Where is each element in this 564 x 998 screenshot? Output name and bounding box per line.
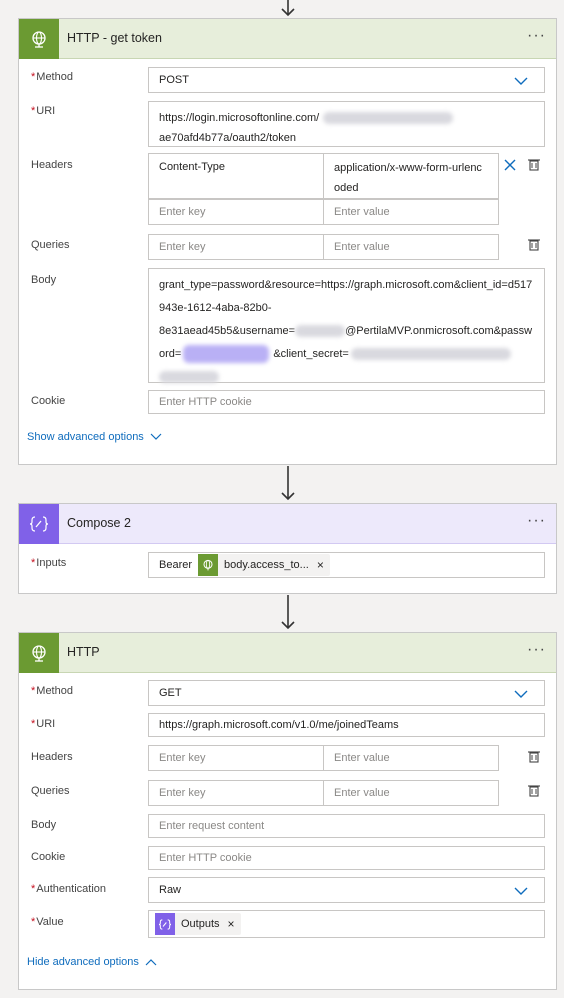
card-header[interactable]: HTTP ··· [19,633,556,673]
uri-field[interactable]: https://login.microsoftonline.com/ ae70a… [148,101,545,147]
query-value-field[interactable]: Enter value [323,234,499,260]
query-key-field[interactable]: Enter key [148,234,324,260]
connector-arrow-icon [281,0,295,17]
card-header[interactable]: HTTP - get token ··· [19,19,556,59]
globe-icon [19,633,59,673]
chevron-down-icon [514,77,528,85]
uri-field[interactable]: https://graph.microsoft.com/v1.0/me/join… [148,713,545,737]
chevron-down-icon [150,433,162,440]
authentication-label: *Authentication [31,883,106,895]
chevron-up-icon [145,959,157,966]
compose-icon [19,504,59,544]
method-label: *Method [31,685,73,697]
redacted-text [323,112,454,125]
cookie-field[interactable]: Enter HTTP cookie [148,390,545,414]
value-label: *Value [31,916,64,928]
cookie-label: Cookie [31,395,66,407]
more-options-icon[interactable]: ··· [527,27,546,45]
more-options-icon[interactable]: ··· [527,512,546,530]
authentication-dropdown[interactable]: Raw [148,877,545,903]
chevron-down-icon [514,690,528,698]
globe-icon [19,19,59,59]
show-advanced-options-link[interactable]: Show advanced options [27,431,162,443]
trash-icon[interactable] [527,783,541,797]
dynamic-content-token[interactable]: Outputs × [155,913,241,935]
body-label: Body [31,274,57,286]
close-icon[interactable] [504,159,516,171]
method-dropdown[interactable]: GET [148,680,545,706]
dynamic-content-token[interactable]: body.access_to... × [198,554,330,576]
queries-label: Queries [31,239,70,251]
chevron-down-icon [514,887,528,895]
redacted-text [295,325,346,338]
header-value-field[interactable]: application/x-www-form-urlenc oded [323,153,499,199]
card-title: Compose 2 [67,516,131,530]
header-value-field[interactable]: Enter value [323,745,499,771]
trash-icon[interactable] [527,237,541,251]
card-header[interactable]: Compose 2 ··· [19,504,556,544]
method-dropdown[interactable]: POST [148,67,545,93]
hide-advanced-options-link[interactable]: Hide advanced options [27,956,157,968]
more-options-icon[interactable]: ··· [527,641,546,659]
connector-arrow-icon [281,595,295,630]
body-field[interactable]: Enter request content [148,814,545,838]
inputs-field[interactable]: Bearer body.access_to... × [148,552,545,578]
headers-label: Headers [31,159,73,171]
http-card: HTTP ··· *Method GET *URI https://graph.… [18,632,557,990]
redacted-text [183,345,270,364]
compose-2-card: Compose 2 ··· *Inputs Bearer body.access… [18,503,557,594]
uri-label: *URI [31,718,56,730]
uri-label: *URI [31,105,56,117]
close-icon[interactable]: × [228,917,235,931]
header-key-field[interactable]: Enter key [148,199,324,225]
value-field[interactable]: Outputs × [148,910,545,938]
http-get-token-card: HTTP - get token ··· *Method POST *URI h… [18,18,557,465]
method-label: *Method [31,71,73,83]
redacted-text [350,348,511,361]
headers-label: Headers [31,751,73,763]
redacted-text [159,371,219,384]
body-label: Body [31,819,57,831]
trash-icon[interactable] [527,749,541,763]
header-key-field[interactable]: Enter key [148,745,324,771]
card-title: HTTP - get token [67,31,162,45]
trash-icon[interactable] [527,157,541,171]
compose-icon [155,913,175,935]
cookie-label: Cookie [31,851,66,863]
body-field[interactable]: grant_type=password&resource=https://gra… [148,268,545,384]
query-key-field[interactable]: Enter key [148,780,324,806]
close-icon[interactable]: × [317,558,324,572]
card-title: HTTP [67,645,100,659]
query-value-field[interactable]: Enter value [323,780,499,806]
header-value-field[interactable]: Enter value [323,199,499,225]
cookie-field[interactable]: Enter HTTP cookie [148,846,545,870]
globe-icon [198,554,219,576]
queries-label: Queries [31,785,70,797]
inputs-label: *Inputs [31,557,67,569]
connector-arrow-icon [281,466,295,501]
header-key-field[interactable]: Content-Type [148,153,324,199]
